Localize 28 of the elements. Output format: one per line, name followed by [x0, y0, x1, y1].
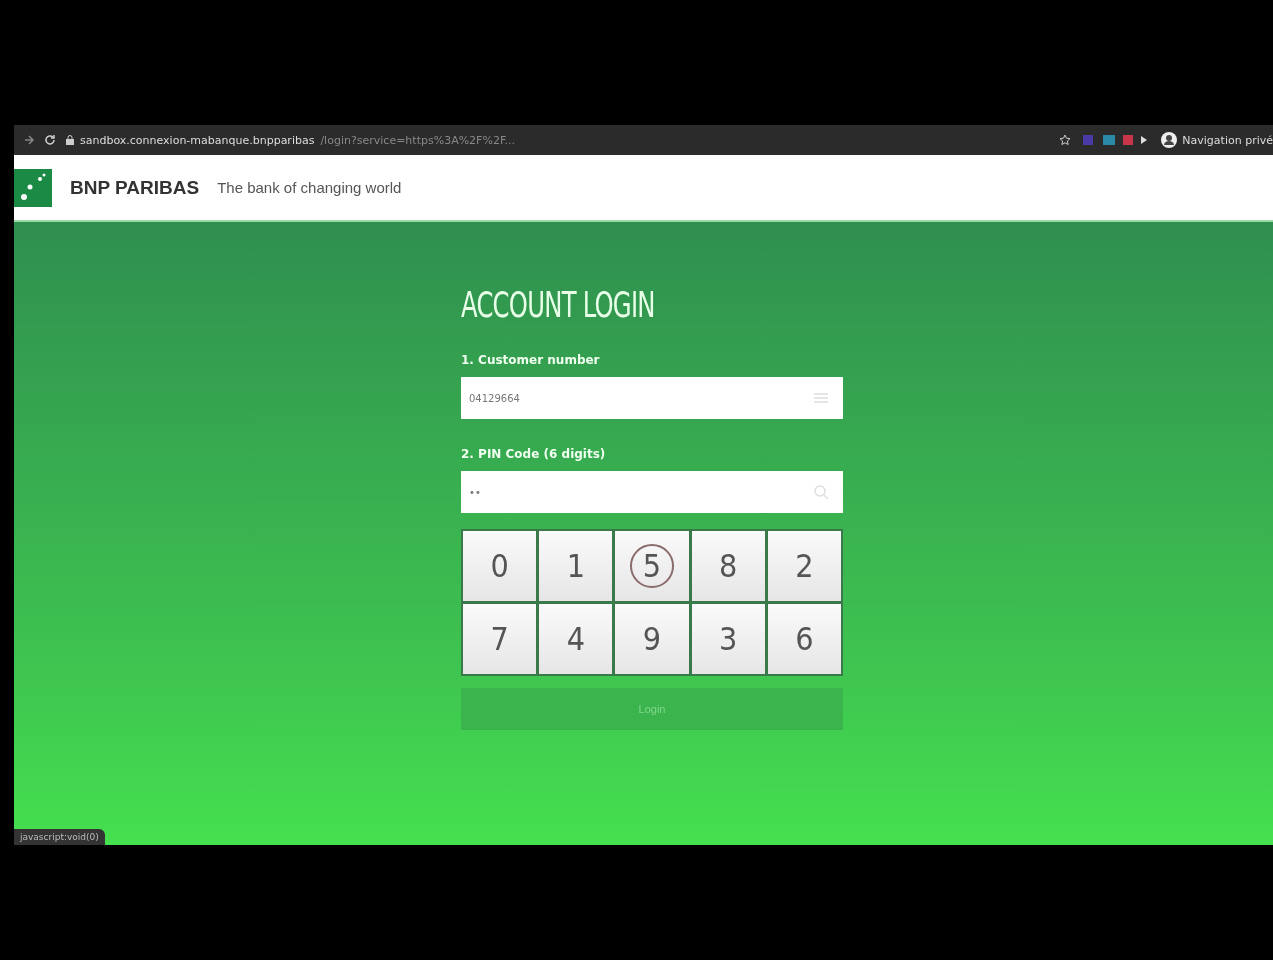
keypad-key[interactable]: 5	[615, 531, 689, 601]
keypad-key[interactable]: 0	[463, 531, 537, 601]
keypad-key[interactable]: 6	[767, 604, 841, 674]
star-icon[interactable]	[1059, 134, 1072, 146]
keypad-key[interactable]: 3	[691, 604, 765, 674]
status-url: javascript:void(0)	[14, 829, 105, 845]
field-value: 04129664	[469, 392, 520, 404]
keypad-key[interactable]: 7	[463, 604, 537, 674]
url-path[interactable]: /login?service=https%3A%2F%2F...	[320, 133, 515, 147]
keypad-key[interactable]: 4	[539, 604, 613, 674]
keypad-key[interactable]: 1	[539, 531, 613, 601]
keypad-key[interactable]: 8	[691, 531, 765, 601]
tagline: The bank of changing world	[217, 179, 402, 196]
profile-icon[interactable]	[1161, 132, 1178, 148]
field-label: 2. PIN Code (6 digits)	[461, 447, 606, 461]
form-title: ACCOUNT LOGIN	[461, 284, 655, 325]
back-icon[interactable]	[24, 135, 34, 145]
url-host[interactable]: sandbox.connexion-mabanque.bnpparibas	[80, 133, 315, 147]
field-label: 1. Customer number	[461, 353, 600, 367]
input-field[interactable]: ••	[461, 471, 843, 513]
input-field[interactable]: 04129664	[461, 377, 843, 419]
lock-icon	[66, 135, 74, 145]
profile-label[interactable]: Navigation privé	[1182, 133, 1273, 147]
brand-name: BNP PARIBAS	[70, 176, 200, 199]
keypad-key[interactable]: 9	[615, 604, 689, 674]
reload-icon[interactable]	[44, 134, 56, 146]
keypad-key[interactable]: 2	[767, 531, 841, 601]
field-value: ••	[469, 486, 481, 498]
